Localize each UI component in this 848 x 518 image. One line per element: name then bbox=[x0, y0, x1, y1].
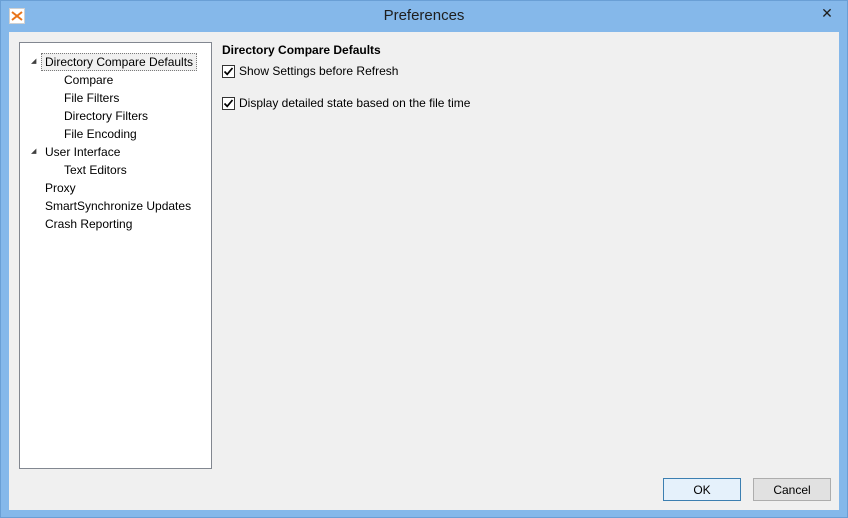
tree-item-text-editors[interactable]: Text Editors bbox=[61, 161, 130, 179]
checkmark-icon bbox=[223, 66, 234, 76]
preferences-tree[interactable]: ◢ Directory Compare Defaults Compare Fil… bbox=[19, 42, 212, 469]
checkbox-label: Show Settings before Refresh bbox=[239, 64, 399, 78]
tree-item-directory-filters[interactable]: Directory Filters bbox=[61, 107, 151, 125]
preferences-window: Preferences ✕ ◢ Directory Compare Defaul… bbox=[0, 0, 848, 518]
tree-item-compare[interactable]: Compare bbox=[61, 71, 116, 89]
tree-item-label: Directory Filters bbox=[64, 109, 149, 123]
dialog-client-area: ◢ Directory Compare Defaults Compare Fil… bbox=[9, 32, 839, 510]
collapse-arrow-icon[interactable]: ◢ bbox=[31, 148, 39, 156]
tree-item-label: Crash Reporting bbox=[45, 217, 133, 231]
tree-item-file-encoding[interactable]: File Encoding bbox=[61, 125, 140, 143]
checkmark-icon bbox=[223, 98, 234, 108]
tree-item-proxy[interactable]: Proxy bbox=[42, 179, 79, 197]
settings-panel: Directory Compare Defaults Show Settings… bbox=[221, 42, 831, 469]
close-icon: ✕ bbox=[821, 4, 833, 21]
tree-item-file-filters[interactable]: File Filters bbox=[61, 89, 122, 107]
file-time-state-option[interactable]: Display detailed state based on the file… bbox=[222, 95, 470, 111]
checkbox-label: Display detailed state based on the file… bbox=[239, 96, 471, 110]
collapse-arrow-icon[interactable]: ◢ bbox=[31, 58, 39, 66]
show-settings-option[interactable]: Show Settings before Refresh bbox=[222, 63, 398, 79]
tree-item-label: File Encoding bbox=[64, 127, 137, 141]
cancel-button[interactable]: Cancel bbox=[753, 478, 831, 501]
ok-button[interactable]: OK bbox=[663, 478, 741, 501]
tree-item-label: SmartSynchronize Updates bbox=[45, 199, 192, 213]
window-title: Preferences bbox=[383, 7, 465, 24]
tree-item-crash-reporting[interactable]: Crash Reporting bbox=[42, 215, 135, 233]
tree-item-label: Text Editors bbox=[64, 163, 127, 177]
tree-item-label: File Filters bbox=[64, 91, 120, 105]
close-button[interactable]: ✕ bbox=[813, 3, 841, 23]
tree-item-label: Compare bbox=[64, 73, 114, 87]
section-title: Directory Compare Defaults bbox=[222, 43, 381, 57]
tree-item-user-interface[interactable]: User Interface bbox=[42, 143, 123, 161]
tree-item-directory-compare-defaults[interactable]: Directory Compare Defaults bbox=[41, 53, 198, 71]
tree-item-smartsynchronize-updates[interactable]: SmartSynchronize Updates bbox=[42, 197, 194, 215]
tree-item-label: User Interface bbox=[45, 145, 121, 159]
file-time-state-checkbox[interactable] bbox=[222, 96, 235, 110]
tree-item-label: Directory Compare Defaults bbox=[41, 53, 198, 71]
tree-item-label: Proxy bbox=[45, 181, 76, 195]
show-settings-checkbox[interactable] bbox=[222, 64, 235, 78]
title-bar[interactable]: Preferences ✕ bbox=[1, 1, 847, 32]
